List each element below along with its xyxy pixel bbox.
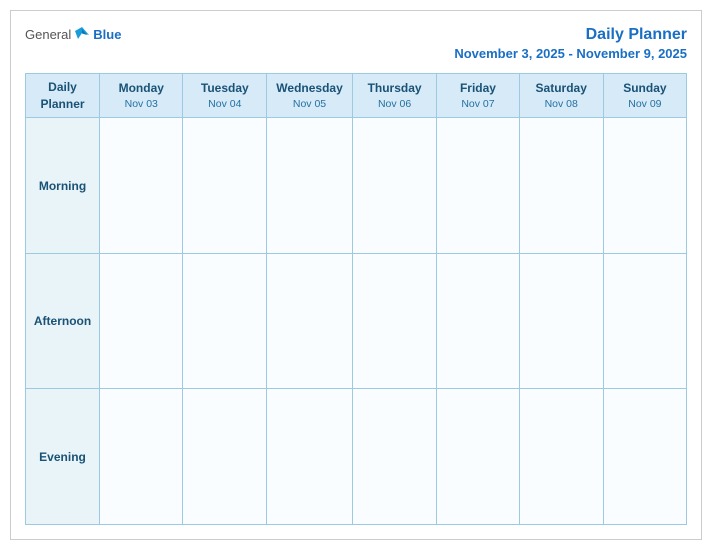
- col-friday: Friday Nov 07: [437, 73, 519, 118]
- planner-page: General Blue Daily Planner November 3, 2…: [10, 10, 702, 540]
- evening-saturday[interactable]: [519, 389, 603, 525]
- morning-monday[interactable]: [100, 118, 183, 254]
- evening-thursday[interactable]: [352, 389, 436, 525]
- morning-sunday[interactable]: [603, 118, 686, 254]
- afternoon-label: Afternoon: [26, 253, 100, 389]
- morning-friday[interactable]: [437, 118, 519, 254]
- afternoon-wednesday[interactable]: [267, 253, 353, 389]
- logo-area: General Blue: [25, 25, 121, 43]
- morning-wednesday[interactable]: [267, 118, 353, 254]
- evening-wednesday[interactable]: [267, 389, 353, 525]
- evening-sunday[interactable]: [603, 389, 686, 525]
- morning-thursday[interactable]: [352, 118, 436, 254]
- evening-tuesday[interactable]: [183, 389, 267, 525]
- logo-bird-icon: [73, 25, 91, 43]
- afternoon-monday[interactable]: [100, 253, 183, 389]
- row-afternoon: Afternoon: [26, 253, 687, 389]
- planner-title: Daily Planner: [454, 25, 687, 46]
- logo-blue-text: Blue: [93, 27, 121, 42]
- afternoon-tuesday[interactable]: [183, 253, 267, 389]
- afternoon-saturday[interactable]: [519, 253, 603, 389]
- evening-friday[interactable]: [437, 389, 519, 525]
- date-range: November 3, 2025 - November 9, 2025: [454, 46, 687, 61]
- morning-tuesday[interactable]: [183, 118, 267, 254]
- planner-table: Daily Planner Monday Nov 03 Tuesday Nov …: [25, 73, 687, 525]
- afternoon-thursday[interactable]: [352, 253, 436, 389]
- col-monday: Monday Nov 03: [100, 73, 183, 118]
- evening-label: Evening: [26, 389, 100, 525]
- title-area: Daily Planner November 3, 2025 - Novembe…: [454, 25, 687, 61]
- logo-text: General Blue: [25, 25, 121, 43]
- col-thursday: Thursday Nov 06: [352, 73, 436, 118]
- logo-general-text: General: [25, 27, 71, 42]
- header: General Blue Daily Planner November 3, 2…: [25, 25, 687, 61]
- morning-saturday[interactable]: [519, 118, 603, 254]
- corner-header: Daily Planner: [26, 73, 100, 118]
- col-wednesday: Wednesday Nov 05: [267, 73, 353, 118]
- col-saturday: Saturday Nov 08: [519, 73, 603, 118]
- row-morning: Morning: [26, 118, 687, 254]
- evening-monday[interactable]: [100, 389, 183, 525]
- header-row: Daily Planner Monday Nov 03 Tuesday Nov …: [26, 73, 687, 118]
- morning-label: Morning: [26, 118, 100, 254]
- afternoon-sunday[interactable]: [603, 253, 686, 389]
- afternoon-friday[interactable]: [437, 253, 519, 389]
- col-tuesday: Tuesday Nov 04: [183, 73, 267, 118]
- col-sunday: Sunday Nov 09: [603, 73, 686, 118]
- row-evening: Evening: [26, 389, 687, 525]
